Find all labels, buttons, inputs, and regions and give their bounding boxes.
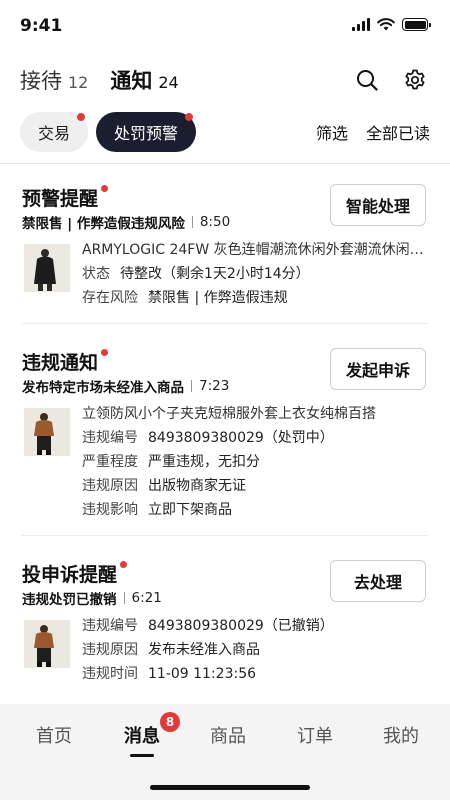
detail-key: 严重程度	[82, 454, 138, 470]
card-subtitle: 发布特定市场未经准入商品 7:23	[22, 376, 229, 396]
detail-row: 违规原因 出版物商家无证	[82, 474, 430, 498]
card-subtitle-text: 发布特定市场未经准入商品	[22, 380, 184, 396]
detail-value: 严重违规，无扣分	[148, 454, 260, 470]
detail-row: 状态 待整改（剩余1天2小时14分）	[82, 262, 430, 286]
detail-key: 违规时间	[82, 666, 138, 682]
chip-transaction[interactable]: 交易	[20, 112, 89, 152]
notification-card-violation: 违规通知 发布特定市场未经准入商品 7:23 发起申诉 立领防风小个子夹克短棉服外…	[0, 324, 450, 536]
detail-key: 违规影响	[82, 502, 138, 518]
detail-value: 11-09 11:23:56	[148, 666, 257, 682]
card-time: 7:23	[199, 378, 230, 394]
mark-all-read-button[interactable]: 全部已读	[366, 120, 430, 144]
notification-card-warning: 预警提醒 禁限售 | 作弊造假违规风险 8:50 智能处理 ARMYLOGIC 2…	[0, 164, 450, 324]
card-title: 投申诉提醒	[22, 560, 128, 587]
go-handle-button[interactable]: 去处理	[330, 560, 426, 602]
tab-messages[interactable]: 消息 8	[124, 712, 180, 757]
card-title: 预警提醒	[22, 184, 109, 211]
card-title-text: 违规通知	[22, 352, 99, 374]
search-button[interactable]	[354, 67, 380, 93]
detail-row: 存在风险 禁限售 | 作弊造假违规	[82, 286, 430, 310]
cellular-signal-icon	[352, 18, 370, 31]
card-time: 8:50	[199, 214, 231, 230]
product-title[interactable]: 立领防风小个子夹克短棉服外套上衣女纯棉百搭	[82, 402, 430, 426]
active-tab-indicator	[130, 754, 154, 757]
settings-button[interactable]	[402, 67, 428, 93]
card-title: 违规通知	[22, 348, 109, 375]
detail-value: 待整改（剩余1天2小时14分）	[120, 266, 310, 282]
card-subtitle-text: 违规处罚已撤销	[22, 592, 117, 608]
gear-icon	[405, 69, 425, 90]
unread-dot	[185, 113, 194, 121]
appeal-button[interactable]: 发起申诉	[330, 348, 426, 390]
filter-button[interactable]: 筛选	[316, 120, 348, 144]
detail-value: 8493809380029（已撤销）	[148, 618, 334, 634]
chip-penalty-warning-label: 处罚预警	[114, 124, 179, 143]
battery-icon	[402, 18, 431, 31]
tab-products[interactable]: 商品	[210, 722, 246, 748]
card-subtitle: 违规处罚已撤销 6:21	[22, 588, 162, 608]
product-thumbnail[interactable]	[24, 244, 70, 292]
card-subtitle-text: 禁限售 | 作弊造假违规风险	[22, 216, 185, 232]
card-title-text: 投申诉提醒	[22, 564, 118, 586]
tab-reception-label: 接待	[20, 69, 62, 93]
detail-key: 违规编号	[82, 618, 138, 634]
unread-dot	[120, 561, 128, 568]
detail-row: 违规原因 发布未经准入商品	[82, 638, 430, 662]
detail-value: 立即下架商品	[148, 502, 232, 518]
detail-value: 禁限售 | 作弊造假违规	[148, 290, 288, 306]
detail-row: 严重程度 严重违规，无扣分	[82, 450, 430, 474]
detail-key: 违规原因	[82, 642, 138, 658]
product-thumbnail[interactable]	[24, 408, 70, 456]
detail-value: 8493809380029（处罚中）	[148, 430, 334, 446]
detail-value: 发布未经准入商品	[148, 642, 260, 658]
search-icon	[357, 70, 378, 91]
detail-key: 违规原因	[82, 478, 138, 494]
tab-reception-count: 12	[68, 73, 89, 92]
tab-me[interactable]: 我的	[383, 722, 419, 748]
detail-row: 违规时间 11-09 11:23:56	[82, 662, 430, 686]
tab-reception[interactable]: 接待 12	[20, 65, 88, 95]
wifi-icon	[377, 18, 395, 31]
messages-badge: 8	[160, 712, 180, 732]
detail-row: 违规编号 8493809380029（处罚中）	[82, 426, 430, 450]
smart-handle-button[interactable]: 智能处理	[330, 184, 426, 226]
detail-key: 存在风险	[82, 290, 138, 306]
tab-orders-label: 订单	[297, 726, 333, 747]
detail-key: 违规编号	[82, 430, 138, 446]
top-nav: 接待 12 通知 24	[20, 60, 428, 100]
notification-card-appeal: 投申诉提醒 违规处罚已撤销 6:21 去处理 违规编号 8493809380029（…	[0, 536, 450, 706]
product-thumbnail[interactable]	[24, 620, 70, 668]
card-details: 违规编号 8493809380029（已撤销） 违规原因 发布未经准入商品 违规时间…	[82, 614, 430, 686]
detail-key: 状态	[82, 266, 110, 282]
card-time: 6:21	[131, 590, 162, 606]
tab-home-label: 首页	[36, 726, 72, 747]
tab-messages-label: 消息	[124, 726, 160, 747]
tab-notifications-count: 24	[158, 73, 179, 92]
tab-orders[interactable]: 订单	[297, 722, 333, 748]
detail-row: 违规影响 立即下架商品	[82, 498, 430, 522]
tab-notifications[interactable]: 通知 24	[110, 65, 178, 95]
detail-value: 出版物商家无证	[148, 478, 246, 494]
status-time: 9:41	[20, 16, 63, 36]
card-title-text: 预警提醒	[22, 188, 99, 210]
card-subtitle: 禁限售 | 作弊造假违规风险 8:50	[22, 212, 230, 232]
filter-bar: 交易 处罚预警 筛选 全部已读	[20, 112, 430, 152]
product-title[interactable]: ARMYLOGIC 24FW 灰色连帽潮流休闲外套潮流休闲外套	[82, 238, 430, 262]
card-details: ARMYLOGIC 24FW 灰色连帽潮流休闲外套潮流休闲外套 状态 待整改（剩余…	[82, 238, 430, 310]
status-icons	[352, 18, 431, 31]
home-indicator[interactable]	[150, 785, 310, 790]
card-details: 立领防风小个子夹克短棉服外套上衣女纯棉百搭 违规编号 8493809380029（…	[82, 402, 430, 522]
unread-dot	[77, 113, 86, 121]
bottom-tab-bar: 首页 消息 8 商品 订单 我的	[0, 704, 450, 800]
tab-me-label: 我的	[383, 726, 419, 747]
tab-products-label: 商品	[210, 726, 246, 747]
tab-home[interactable]: 首页	[36, 722, 72, 748]
chip-transaction-label: 交易	[38, 124, 71, 143]
detail-row: 违规编号 8493809380029（已撤销）	[82, 614, 430, 638]
status-bar: 9:41	[0, 0, 450, 52]
chip-penalty-warning[interactable]: 处罚预警	[96, 112, 197, 152]
unread-dot	[101, 185, 109, 192]
tab-notifications-label: 通知	[110, 69, 153, 93]
unread-dot	[101, 349, 109, 356]
